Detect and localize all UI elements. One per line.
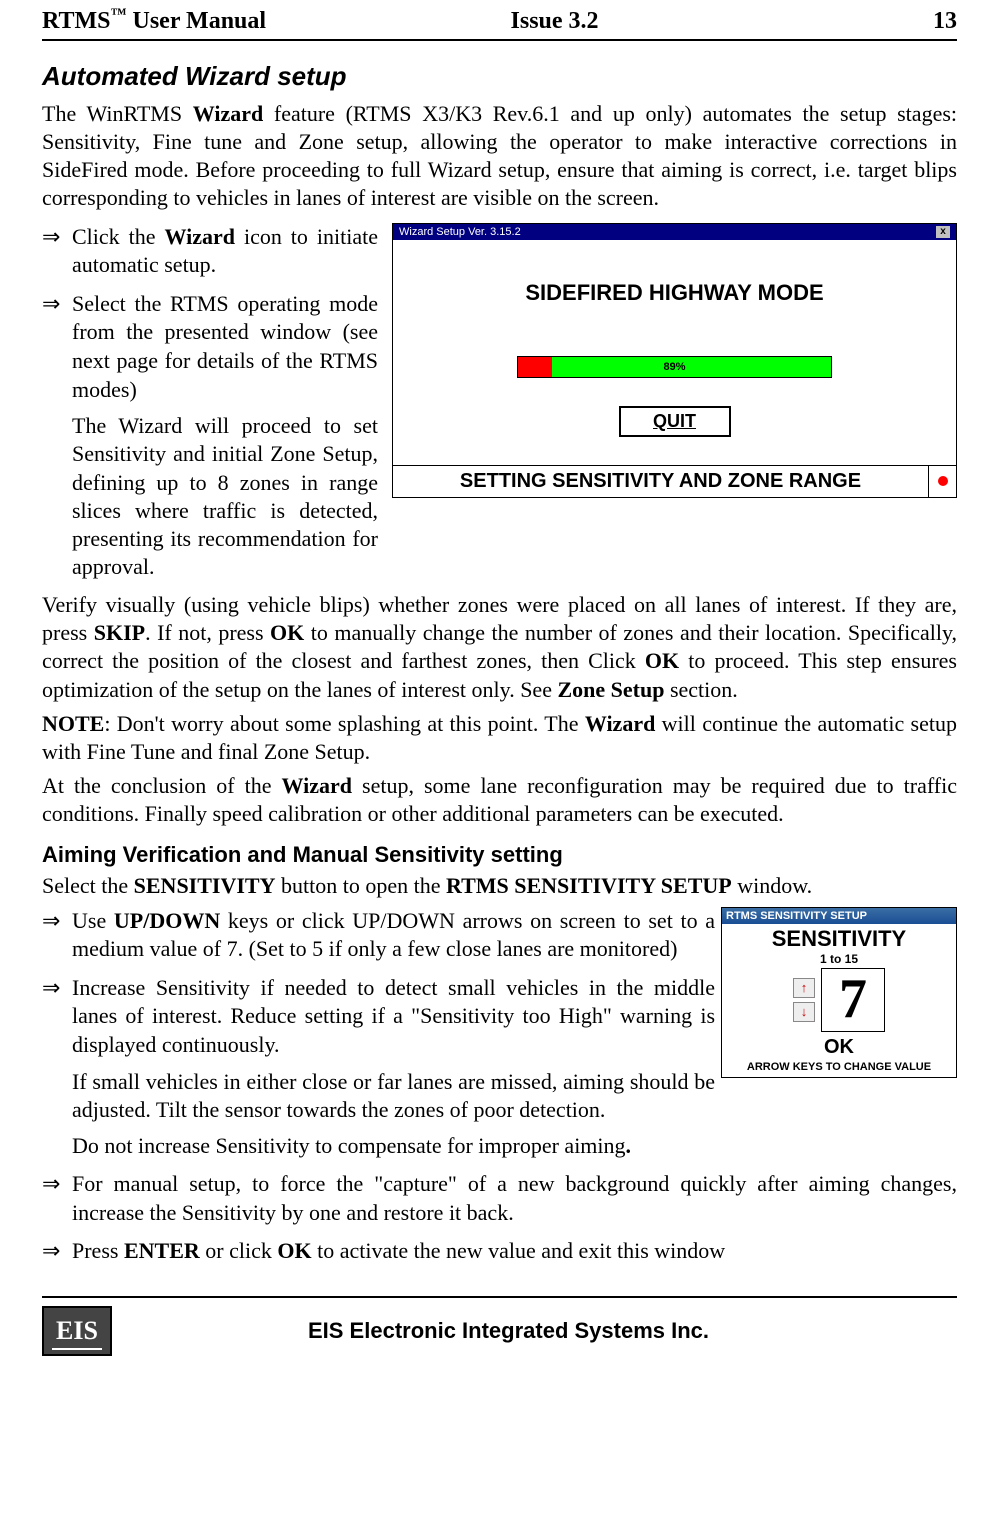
text-bold: SENSITIVITY <box>134 873 276 898</box>
list-item: Use UP/DOWN keys or click UP/DOWN arrows… <box>42 907 957 964</box>
text: Press <box>72 1238 124 1263</box>
wizard-setup-window: Wizard Setup Ver. 3.15.2 x SIDEFIRED HIG… <box>392 223 957 498</box>
status-indicator <box>928 466 956 497</box>
text-bold: ENTER <box>124 1238 200 1263</box>
section-title-aiming: Aiming Verification and Manual Sensitivi… <box>42 842 957 868</box>
note-paragraph: NOTE: Don't worry about some splashing a… <box>42 710 957 766</box>
text: . If not, press <box>145 620 270 645</box>
text: : Don't worry about some splashing at th… <box>104 711 584 736</box>
list-item: For manual setup, to force the "capture"… <box>42 1170 957 1227</box>
text-bold: OK <box>645 648 679 673</box>
progress-bar: 89% <box>517 356 832 378</box>
quit-button[interactable]: QUIT <box>619 406 731 437</box>
wizard-mode-heading: SIDEFIRED HIGHWAY MODE <box>413 280 936 306</box>
text-bold: Zone Setup <box>557 677 664 702</box>
verify-paragraph: Verify visually (using vehicle blips) wh… <box>42 591 957 704</box>
eis-logo: EIS <box>42 1306 112 1356</box>
intro-paragraph: The WinRTMS Wizard feature (RTMS X3/K3 R… <box>42 100 957 213</box>
sub-paragraph: Do not increase Sensitivity to compensat… <box>72 1132 957 1160</box>
text: At the conclusion of the <box>42 773 282 798</box>
list-item: Increase Sensitivity if needed to detect… <box>42 974 957 1160</box>
footer-company-name: EIS Electronic Integrated Systems Inc. <box>130 1318 957 1344</box>
text-bold: SKIP <box>94 620 145 645</box>
opener-paragraph: Select the SENSITIVITY button to open th… <box>42 872 957 900</box>
text-bold: OK <box>277 1238 311 1263</box>
text-bold: Wizard <box>282 773 352 798</box>
wizard-note: The Wizard will proceed to set Sensitivi… <box>72 412 378 581</box>
conclusion-paragraph: At the conclusion of the Wizard setup, s… <box>42 772 957 828</box>
text-bold: Wizard <box>165 224 235 249</box>
sub-paragraph: If small vehicles in either close or far… <box>72 1068 957 1124</box>
text-bold: Wizard <box>193 101 263 126</box>
text: to activate the new value and exit this … <box>312 1238 726 1263</box>
header-product: RTMS <box>42 8 111 34</box>
text: Select the RTMS operating mode from the … <box>72 291 378 402</box>
text-bold: Wizard <box>585 711 655 736</box>
list-item: Select the RTMS operating mode from the … <box>42 290 378 581</box>
page-number: 13 <box>933 8 957 35</box>
text: Do not increase Sensitivity to compensat… <box>72 1133 626 1158</box>
window-title: Wizard Setup Ver. 3.15.2 <box>399 226 521 238</box>
page-header: RTMS™ User Manual Issue 3.2 13 <box>42 0 957 41</box>
close-icon[interactable]: x <box>936 226 950 238</box>
trademark-symbol: ™ <box>111 6 127 23</box>
list-item: Click the Wizard icon to initiate automa… <box>42 223 378 280</box>
wizard-status-text: SETTING SENSITIVITY AND ZONE RANGE <box>393 466 928 497</box>
section-title-automated-wizard: Automated Wizard setup <box>42 61 957 92</box>
page-footer: EIS EIS Electronic Integrated Systems In… <box>42 1296 957 1366</box>
text-bold: OK <box>270 620 304 645</box>
text-bold: NOTE <box>42 711 104 736</box>
header-left: RTMS™ User Manual <box>42 6 266 35</box>
text-bold: UP/DOWN <box>114 908 220 933</box>
text: Increase Sensitivity if needed to detect… <box>72 975 715 1057</box>
text-bold: RTMS SENSITIVITY SETUP <box>446 873 732 898</box>
text-bold: . <box>626 1133 632 1158</box>
text: section. <box>664 677 737 702</box>
header-doc-title: User Manual <box>127 8 267 34</box>
list-item: Press ENTER or click OK to activate the … <box>42 1237 957 1266</box>
header-issue: Issue 3.2 <box>266 8 933 35</box>
text: Select the <box>42 873 134 898</box>
text: Click the <box>72 224 165 249</box>
text: or click <box>200 1238 278 1263</box>
text: Use <box>72 908 114 933</box>
progress-value: 89% <box>518 357 831 377</box>
text: button to open the <box>275 873 445 898</box>
text: window. <box>732 873 812 898</box>
status-dot-icon <box>938 476 948 486</box>
text: The WinRTMS <box>42 101 193 126</box>
window-titlebar: Wizard Setup Ver. 3.15.2 x <box>393 224 956 240</box>
